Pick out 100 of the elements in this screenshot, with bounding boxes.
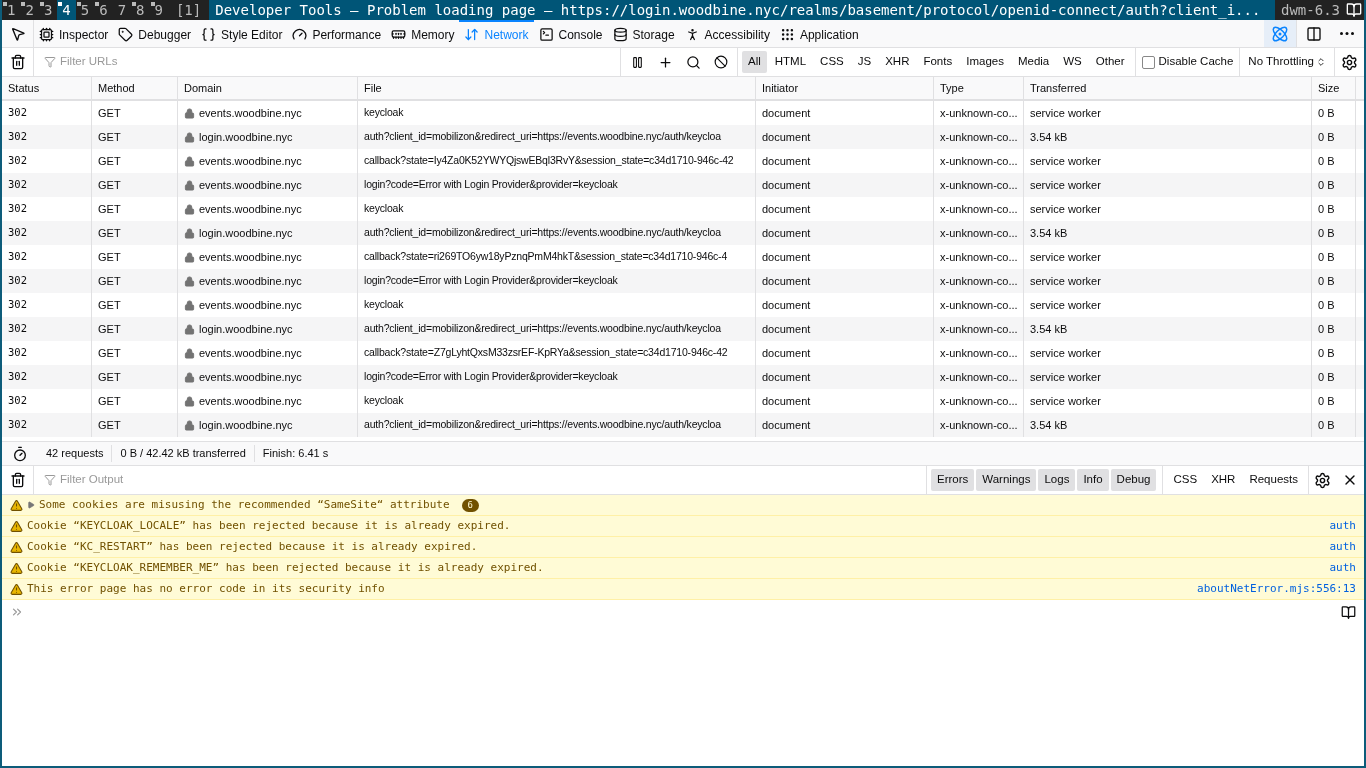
type-filter-button[interactable]: CSS bbox=[814, 51, 850, 73]
category-filter-button[interactable]: XHR bbox=[1205, 469, 1242, 491]
devtools-tab[interactable]: Application bbox=[774, 20, 864, 47]
source-link[interactable]: auth bbox=[1329, 517, 1356, 535]
request-row[interactable]: 302 GET login.woodbine.nyc auth?client_id=mobilizon&redirect_uri=https://events.woodbine.nyc/auth/keycloa document x-unknown-co... 3.54 kB 0 B bbox=[2, 317, 1364, 341]
table-cell-text: 3.54 kB bbox=[1030, 417, 1068, 433]
grid-icon bbox=[779, 27, 795, 42]
request-row[interactable]: 302 GET events.woodbine.nyc login?code=Error with Login Provider&provider=keycloak document x-unknown-co... service worker 0 B bbox=[2, 173, 1364, 197]
column-header[interactable]: Status bbox=[2, 77, 92, 99]
level-filter-button[interactable]: Warnings bbox=[976, 469, 1037, 491]
table-cell: auth?client_id=mobilizon&redirect_uri=https://events.woodbine.nyc/auth/keycloa bbox=[364, 129, 721, 145]
devtools-tab[interactable]: Debugger bbox=[113, 20, 197, 47]
table-cell-text: document bbox=[762, 177, 811, 193]
table-cell: login?code=Error with Login Provider&provider=keycloak bbox=[364, 273, 618, 289]
table-cell-text: GET bbox=[98, 249, 121, 265]
table-cell-text: x-unknown-co... bbox=[940, 129, 1018, 145]
table-cell: 302 bbox=[8, 129, 27, 145]
table-cell-text: GET bbox=[98, 345, 121, 361]
type-filter-button[interactable]: Other bbox=[1089, 51, 1131, 73]
level-filter-button[interactable]: Errors bbox=[931, 469, 975, 491]
table-cell: login?code=Error with Login Provider&provider=keycloak bbox=[364, 177, 618, 193]
type-filter-button[interactable]: All bbox=[742, 51, 767, 73]
expand-arrow-icon[interactable] bbox=[27, 501, 35, 509]
table-cell-text: x-unknown-co... bbox=[940, 177, 1018, 193]
workspace-tag[interactable]: 7 bbox=[112, 0, 132, 20]
type-filter-button[interactable]: Media bbox=[1011, 51, 1056, 73]
filter-field[interactable]: Filter URLs bbox=[60, 53, 610, 71]
count-badge: 6 bbox=[461, 498, 480, 512]
request-row[interactable]: 302 GET events.woodbine.nyc login?code=Error with Login Provider&provider=keycloak document x-unknown-co... service worker 0 B bbox=[2, 365, 1364, 389]
table-cell-text: service worker bbox=[1030, 273, 1101, 289]
chip-icon bbox=[39, 27, 54, 42]
table-cell-text: GET bbox=[98, 273, 121, 289]
workspace-tag[interactable]: 6 bbox=[94, 0, 113, 20]
type-filter-button[interactable]: Images bbox=[960, 51, 1010, 73]
table-cell: auth?client_id=mobilizon&redirect_uri=https://events.woodbine.nyc/auth/keycloa bbox=[364, 225, 721, 241]
table-cell: 302 bbox=[8, 393, 27, 409]
column-header[interactable]: File bbox=[358, 77, 756, 99]
column-header[interactable]: Transferred bbox=[1024, 77, 1312, 99]
level-filter-button[interactable]: Logs bbox=[1038, 469, 1076, 491]
type-filter-button[interactable]: WS bbox=[1057, 51, 1088, 73]
table-cell: keycloak bbox=[364, 105, 404, 121]
table-cell-text: login.woodbine.nyc bbox=[199, 129, 293, 145]
table-cell-text: GET bbox=[98, 225, 121, 241]
devtools-tab[interactable]: Inspector bbox=[34, 20, 114, 47]
workspace-tag[interactable]: 1 bbox=[2, 0, 21, 20]
devtools-tab[interactable]: Style Editor bbox=[196, 20, 288, 47]
plus-icon bbox=[657, 54, 673, 70]
level-filter-button[interactable]: Info bbox=[1077, 469, 1109, 491]
filter-output-field[interactable]: Filter Output bbox=[60, 471, 916, 489]
type-filter-button[interactable]: JS bbox=[851, 51, 878, 73]
workspace-tag[interactable]: 8 bbox=[131, 0, 150, 20]
table-cell: 302 bbox=[8, 297, 27, 313]
table-cell-text: service worker bbox=[1030, 249, 1101, 265]
table-cell-text: 0 B bbox=[1318, 369, 1335, 385]
column-header[interactable]: Domain bbox=[178, 77, 358, 99]
settings-icon bbox=[1341, 53, 1358, 71]
request-row[interactable]: 302 GET login.woodbine.nyc auth?client_id=mobilizon&redirect_uri=https://events.woodbine.nyc/auth/keycloa document x-unknown-co... 3.54 kB 0 B bbox=[2, 413, 1364, 437]
table-cell-text: GET bbox=[98, 177, 121, 193]
type-filter-button[interactable]: XHR bbox=[879, 51, 916, 73]
column-header[interactable]: Size bbox=[1312, 77, 1356, 99]
request-row[interactable]: 302 GET login.woodbine.nyc auth?client_id=mobilizon&redirect_uri=https://events.woodbine.nyc/auth/keycloa document x-unknown-co... 3.54 kB 0 B bbox=[2, 221, 1364, 245]
type-filter-button[interactable]: HTML bbox=[768, 51, 813, 73]
memory-icon bbox=[391, 27, 407, 42]
throttling-dropdown[interactable]: No Throttling bbox=[1239, 48, 1334, 76]
lock-icon bbox=[184, 395, 195, 407]
devtools-tab[interactable]: Storage bbox=[607, 20, 680, 47]
column-header[interactable]: Initiator bbox=[756, 77, 934, 99]
source-link[interactable]: aboutNetError.mjs:556:13 bbox=[1197, 580, 1356, 598]
workspace-tag[interactable]: 4 bbox=[57, 0, 76, 20]
message-text: This error page has no error code in its security info bbox=[27, 580, 385, 597]
devtools-tab[interactable]: Memory bbox=[386, 20, 460, 47]
category-filter-button[interactable]: CSS bbox=[1167, 469, 1204, 491]
column-header[interactable]: Method bbox=[92, 77, 178, 99]
table-cell-text: service worker bbox=[1030, 105, 1101, 121]
level-filter-button[interactable]: Debug bbox=[1110, 469, 1157, 491]
disable-cache-checkbox[interactable]: Disable Cache bbox=[1134, 48, 1240, 76]
workspace-tag[interactable]: 2 bbox=[20, 0, 39, 20]
workspace-tag[interactable]: 9 bbox=[149, 0, 168, 20]
table-cell-text: service worker bbox=[1030, 393, 1101, 409]
devtools-tab[interactable]: Accessibility bbox=[679, 20, 775, 47]
type-filter-button[interactable]: Fonts bbox=[917, 51, 959, 73]
request-row[interactable]: 302 GET events.woodbine.nyc login?code=Error with Login Provider&provider=keycloak document x-unknown-co... service worker 0 B bbox=[2, 269, 1364, 293]
source-link[interactable]: auth bbox=[1329, 538, 1356, 556]
column-header[interactable]: Type bbox=[934, 77, 1024, 99]
table-cell: 302 bbox=[8, 153, 27, 169]
table-cell-text: 0 B bbox=[1318, 225, 1335, 241]
workspace-tag[interactable]: 5 bbox=[75, 0, 95, 20]
workspace-tag[interactable]: 3 bbox=[38, 0, 58, 20]
arrows-icon bbox=[464, 27, 480, 42]
devtools-tab[interactable]: Console bbox=[533, 20, 608, 47]
devtools-tab[interactable]: Performance bbox=[287, 20, 387, 47]
book-icon bbox=[1346, 2, 1362, 18]
devtools-tab[interactable]: Network bbox=[459, 20, 534, 47]
source-link[interactable]: auth bbox=[1329, 559, 1356, 577]
category-filter-button[interactable]: Requests bbox=[1243, 469, 1304, 491]
request-row[interactable]: 302 GET login.woodbine.nyc auth?client_id=mobilizon&redirect_uri=https://events.woodbine.nyc/auth/keycloa document x-unknown-co... 3.54 kB 0 B bbox=[2, 125, 1364, 149]
lock-icon bbox=[184, 347, 195, 359]
editor-mode-icon[interactable] bbox=[1341, 604, 1356, 620]
message-text: Cookie “KEYCLOAK_LOCALE” has been rejected because it is already expired. bbox=[27, 517, 511, 534]
table-cell-text: x-unknown-co... bbox=[940, 369, 1018, 385]
